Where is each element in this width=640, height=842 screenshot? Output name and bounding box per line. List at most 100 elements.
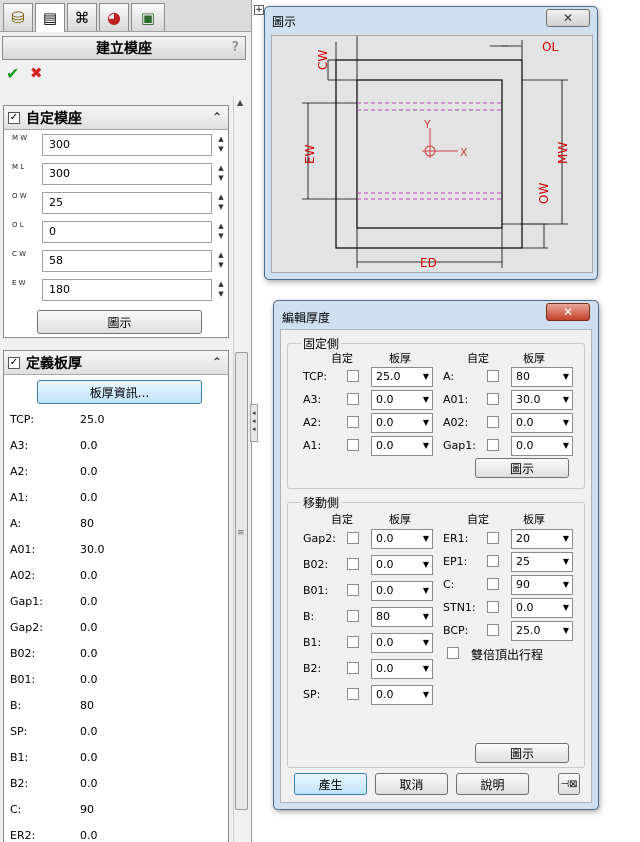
thickness-combo[interactable]: 80 ▼ bbox=[511, 367, 573, 387]
thickness-info-button[interactable]: 板厚資訊... bbox=[37, 380, 202, 404]
thickness-combo[interactable]: 25.0 ▼ bbox=[511, 621, 573, 641]
thickness-label: Gap2: bbox=[10, 621, 43, 634]
custom-checkbox[interactable] bbox=[487, 416, 499, 428]
thickness-combo[interactable]: 0.0 ▼ bbox=[511, 413, 573, 433]
thickness-group-checkbox[interactable]: ✓ bbox=[8, 356, 20, 369]
custom-checkbox[interactable] bbox=[347, 558, 359, 570]
col-custom-header: 自定 bbox=[331, 352, 353, 365]
custom-checkbox[interactable] bbox=[487, 439, 499, 451]
panel-splitter-handle[interactable]: ◂ ◂ ◂ bbox=[250, 404, 258, 442]
dimension-input[interactable]: 300 bbox=[42, 134, 212, 156]
custom-checkbox[interactable] bbox=[487, 393, 499, 405]
thickness-label: A3: bbox=[303, 393, 322, 406]
collapse-icon[interactable]: ⌃ bbox=[212, 355, 222, 369]
custom-checkbox[interactable] bbox=[347, 584, 359, 596]
fixed-diagram-button[interactable]: 圖示 bbox=[475, 458, 569, 478]
thickness-row: Gap2: 0.0 bbox=[10, 621, 210, 637]
spin-arrows-icon[interactable]: ▲ ▼ bbox=[214, 279, 228, 301]
spin-arrows-icon[interactable]: ▲ ▼ bbox=[214, 134, 228, 156]
thickness-combo[interactable]: 90 ▼ bbox=[511, 575, 573, 595]
custom-checkbox[interactable] bbox=[487, 555, 499, 567]
custom-checkbox[interactable] bbox=[347, 610, 359, 622]
collapse-icon[interactable]: ⌃ bbox=[212, 110, 222, 124]
dimension-input[interactable]: 300 bbox=[42, 163, 212, 185]
custom-checkbox[interactable] bbox=[487, 601, 499, 613]
tab-feature-tree[interactable]: ⛁ bbox=[3, 3, 33, 31]
thickness-combo[interactable]: 25 ▼ bbox=[511, 552, 573, 572]
custom-group-checkbox[interactable]: ✓ bbox=[8, 111, 20, 124]
dimension-input[interactable]: 25 bbox=[42, 192, 212, 214]
thickness-combo[interactable]: 0.0 ▼ bbox=[371, 555, 433, 575]
help-icon[interactable]: ? bbox=[231, 40, 239, 55]
close-button[interactable]: ✕ bbox=[546, 303, 590, 321]
pin-button[interactable]: ⊣⊠ bbox=[558, 773, 580, 795]
spin-arrows-icon[interactable]: ▲ ▼ bbox=[214, 250, 228, 272]
thickness-combo[interactable]: 0.0 ▼ bbox=[371, 413, 433, 433]
custom-checkbox[interactable] bbox=[347, 439, 359, 451]
thickness-combo[interactable]: 20 ▼ bbox=[511, 529, 573, 549]
custom-checkbox[interactable] bbox=[487, 578, 499, 590]
thickness-label: A1: bbox=[303, 439, 322, 452]
close-button[interactable]: ✕ bbox=[546, 9, 590, 27]
custom-checkbox[interactable] bbox=[347, 688, 359, 700]
appearance-icon: ◕ bbox=[107, 8, 121, 27]
custom-checkbox[interactable] bbox=[347, 370, 359, 382]
custom-checkbox[interactable] bbox=[487, 624, 499, 636]
double-ejector-checkbox[interactable] bbox=[447, 647, 459, 659]
thickness-combo[interactable]: 30.0 ▼ bbox=[511, 390, 573, 410]
ed-label: ED bbox=[420, 256, 437, 270]
diagram-button[interactable]: 圖示 bbox=[37, 310, 202, 334]
tab-property-manager[interactable]: ▤ bbox=[35, 3, 65, 32]
mw-label: MW bbox=[556, 142, 570, 164]
spin-arrows-icon[interactable]: ▲ ▼ bbox=[214, 192, 228, 214]
thickness-combo[interactable]: 80 ▼ bbox=[371, 607, 433, 627]
custom-checkbox[interactable] bbox=[487, 370, 499, 382]
pin-icon: ⊣⊠ bbox=[560, 778, 578, 790]
x-axis-label: X bbox=[460, 146, 468, 159]
custom-checkbox[interactable] bbox=[347, 416, 359, 428]
dimension-input[interactable]: 180 bbox=[42, 279, 212, 301]
thickness-label: B02: bbox=[303, 558, 329, 571]
custom-checkbox[interactable] bbox=[487, 532, 499, 544]
spin-arrows-icon[interactable]: ▲ ▼ bbox=[214, 163, 228, 185]
tab-configuration-manager[interactable]: ⌘ bbox=[67, 3, 97, 31]
thickness-combo[interactable]: 0.0 ▼ bbox=[371, 436, 433, 456]
custom-checkbox[interactable] bbox=[347, 532, 359, 544]
combo-value: 25 bbox=[516, 555, 530, 568]
thickness-combo[interactable]: 0.0 ▼ bbox=[371, 633, 433, 653]
dimension-input[interactable]: 0 bbox=[42, 221, 212, 243]
moving-diagram-button[interactable]: 圖示 bbox=[475, 743, 569, 763]
ok-icon[interactable]: ✔ bbox=[6, 64, 19, 83]
scroll-up-icon[interactable]: ▲ bbox=[237, 98, 243, 107]
thickness-combo[interactable]: 0.0 ▼ bbox=[371, 685, 433, 705]
thickness-combo[interactable]: 0.0 ▼ bbox=[511, 598, 573, 618]
thickness-combo[interactable]: 0.0 ▼ bbox=[371, 581, 433, 601]
generate-button[interactable]: 產生 bbox=[294, 773, 367, 795]
panel-scrollbar[interactable]: ▲ ≡ bbox=[233, 96, 249, 842]
thickness-label: A2: bbox=[303, 416, 322, 429]
col-custom-header: 自定 bbox=[331, 513, 353, 526]
help-button[interactable]: 說明 bbox=[456, 773, 529, 795]
grip-icon: ≡ bbox=[237, 528, 245, 538]
cancel-icon[interactable]: ✖ bbox=[30, 64, 43, 82]
custom-checkbox[interactable] bbox=[347, 662, 359, 674]
cancel-button[interactable]: 取消 bbox=[375, 773, 448, 795]
thickness-combo[interactable]: 0.0 ▼ bbox=[511, 436, 573, 456]
dimension-input[interactable]: 58 bbox=[42, 250, 212, 272]
thickness-label: TCP: bbox=[10, 413, 35, 426]
scrollbar-thumb[interactable] bbox=[235, 352, 248, 810]
thickness-combo[interactable]: 0.0 ▼ bbox=[371, 529, 433, 549]
tab-display-manager[interactable]: ▣ bbox=[131, 3, 165, 31]
col-thickness-header: 板厚 bbox=[523, 513, 545, 526]
dropdown-arrow-icon: ▼ bbox=[562, 603, 569, 612]
thickness-combo[interactable]: 0.0 ▼ bbox=[371, 659, 433, 679]
expand-icon[interactable]: + bbox=[254, 5, 264, 15]
thickness-value: 0.0 bbox=[80, 673, 98, 686]
tab-appearance[interactable]: ◕ bbox=[99, 3, 129, 31]
combo-value: 0.0 bbox=[376, 688, 394, 701]
custom-checkbox[interactable] bbox=[347, 636, 359, 648]
custom-checkbox[interactable] bbox=[347, 393, 359, 405]
spin-arrows-icon[interactable]: ▲ ▼ bbox=[214, 221, 228, 243]
thickness-combo[interactable]: 25.0 ▼ bbox=[371, 367, 433, 387]
thickness-combo[interactable]: 0.0 ▼ bbox=[371, 390, 433, 410]
